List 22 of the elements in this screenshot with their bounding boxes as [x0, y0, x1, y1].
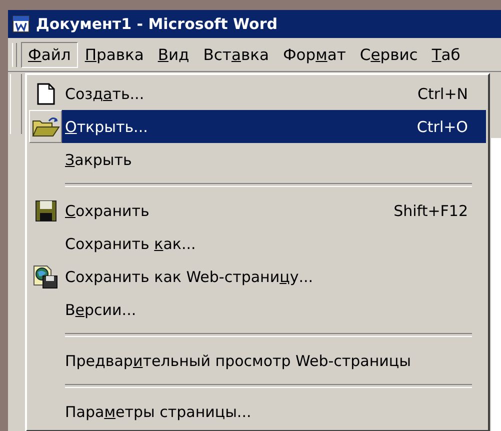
- blank-page-icon: [36, 82, 54, 104]
- web-save-icon: [32, 264, 58, 288]
- menu-item[interactable]: Открыть... Ctrl+O: [62, 110, 486, 143]
- menu-item[interactable]: Закрыть: [62, 143, 486, 176]
- menu-item[interactable]: Сохранить Shift+F12: [62, 194, 486, 227]
- menu-title[interactable]: Формат: [276, 42, 353, 68]
- toolbar-edge: [10, 74, 22, 134]
- menu-item[interactable]: Версии...: [62, 293, 486, 326]
- document-w-icon: [12, 15, 30, 33]
- menu-title[interactable]: Файл: [21, 42, 78, 68]
- menu-item[interactable]: Параметры страницы...: [62, 395, 486, 428]
- menu-title[interactable]: Таб: [424, 42, 468, 68]
- menu-item[interactable]: Создать... Ctrl+N: [62, 77, 486, 110]
- menu-title[interactable]: Вид: [150, 42, 196, 68]
- menu-item[interactable]: Сохранить как Web-страницу...: [62, 260, 486, 293]
- menu-title[interactable]: Сервис: [352, 42, 425, 68]
- menu-item[interactable]: Предварительный просмотр Web-страницы: [62, 344, 486, 377]
- menu-item[interactable]: Сохранить как...: [62, 227, 486, 260]
- window-title: Документ1 - Microsoft Word: [36, 15, 278, 33]
- menu-title[interactable]: Правка: [78, 42, 151, 68]
- menu-title[interactable]: Вставка: [196, 42, 276, 68]
- folder-icon: [32, 116, 60, 138]
